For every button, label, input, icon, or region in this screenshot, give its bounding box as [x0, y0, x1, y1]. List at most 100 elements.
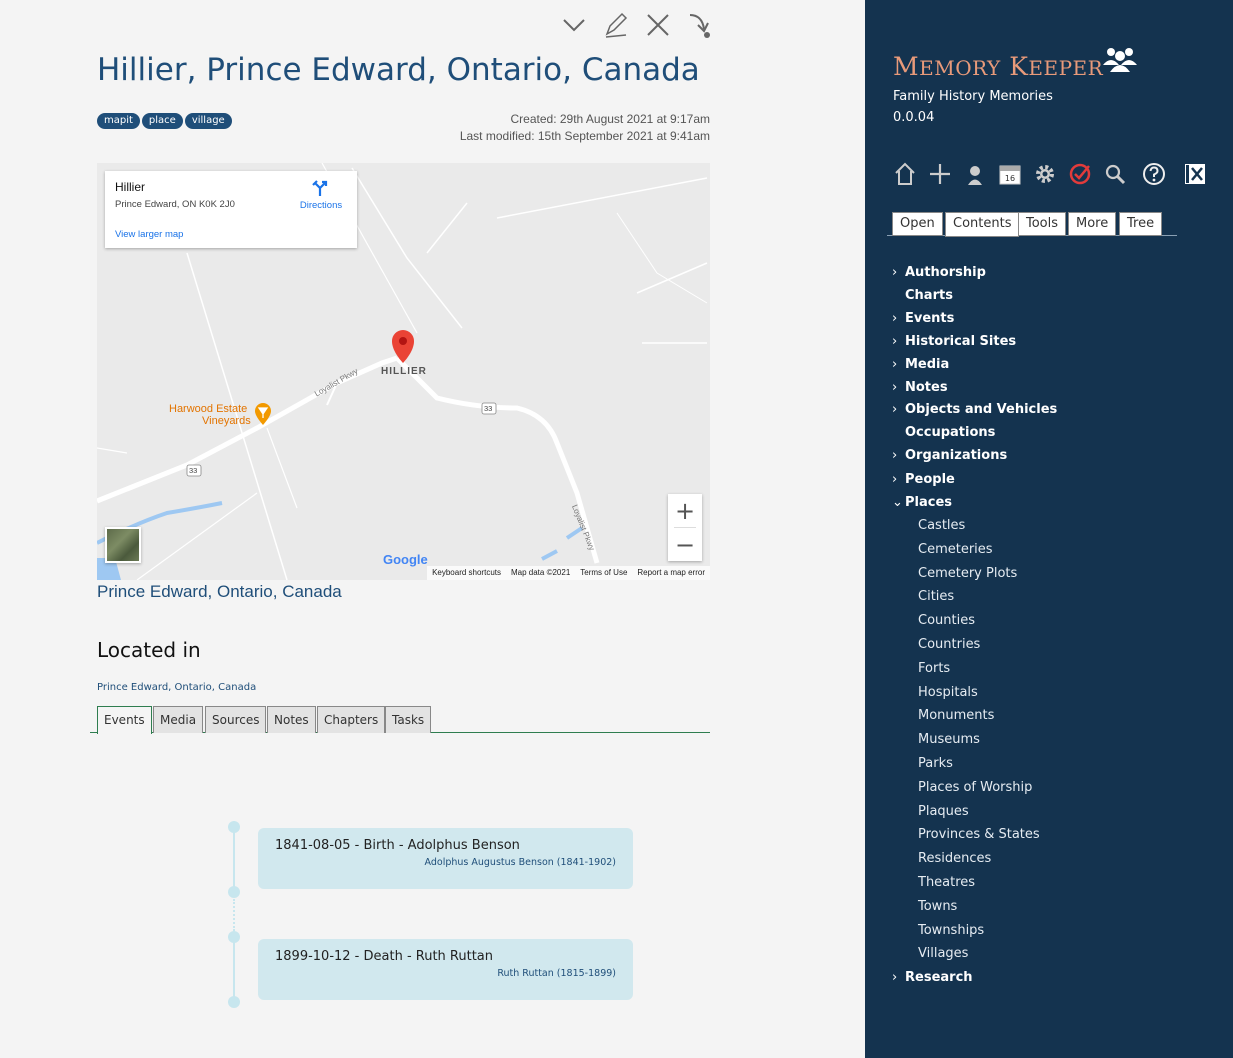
- check-circle-icon[interactable]: [1066, 160, 1093, 187]
- event-person-link[interactable]: Ruth Ruttan (1815-1899): [497, 968, 616, 979]
- close-icon[interactable]: [644, 10, 672, 40]
- event-title: 1899-10-12 - Death - Ruth Ruttan: [275, 949, 494, 964]
- nav-item-label: Hospitals: [918, 684, 978, 700]
- nav-item-label: Places of Worship: [918, 779, 1033, 795]
- logout-icon[interactable]: [1181, 160, 1208, 187]
- nav-subitem-museums[interactable]: Museums: [918, 732, 980, 747]
- nav-subitem-forts[interactable]: Forts: [918, 661, 950, 676]
- map-town-label: HILLIER: [381, 366, 427, 377]
- app-title-part: M: [893, 52, 920, 81]
- tab-events[interactable]: Events: [97, 706, 152, 734]
- nav-item-authorship[interactable]: › Authorship: [892, 265, 986, 280]
- timeline-dot: [228, 996, 240, 1008]
- zoom-in-button[interactable]: +: [668, 494, 702, 527]
- nav-item-label: Notes: [905, 380, 948, 395]
- nav-subitem-townships[interactable]: Townships: [918, 923, 984, 938]
- view-larger-map-link[interactable]: View larger map: [115, 229, 183, 240]
- created-timestamp: Created: 29th August 2021 at 9:17am: [510, 112, 710, 126]
- nav-item-occupations[interactable]: Occupations: [892, 425, 995, 440]
- keyboard-shortcuts-link[interactable]: Keyboard shortcuts: [432, 568, 501, 578]
- nav-item-charts[interactable]: Charts: [892, 288, 953, 303]
- person-icon[interactable]: [961, 160, 988, 187]
- sidebar: MEMORY KEEPER Family History Memories 0.…: [865, 0, 1233, 1058]
- nav-subitem-countries[interactable]: Countries: [918, 637, 980, 652]
- edit-pencil-icon[interactable]: [602, 10, 630, 40]
- people-icon[interactable]: [1101, 45, 1139, 77]
- nav-item-media[interactable]: › Media: [892, 357, 949, 372]
- nav-item-research[interactable]: › Research: [892, 970, 973, 985]
- tag-list: mapit place village: [97, 113, 232, 129]
- record-toolbar: [560, 10, 714, 40]
- nav-item-people[interactable]: › People: [892, 472, 955, 487]
- nav-subitem-residences[interactable]: Residences: [918, 851, 991, 866]
- link-arrow-icon[interactable]: [686, 10, 714, 40]
- embedded-map[interactable]: 33 33 Hillier Prince Edward, ON K0K 2J0 …: [97, 163, 710, 580]
- satellite-toggle[interactable]: [105, 527, 141, 563]
- tab-sources[interactable]: Sources: [205, 706, 267, 733]
- calendar-icon[interactable]: 16: [996, 160, 1023, 187]
- nav-item-label: Counties: [918, 613, 975, 629]
- nav-subitem-villages[interactable]: Villages: [918, 946, 968, 961]
- nav-item-label: Residences: [918, 851, 992, 867]
- nav-subitem-hospitals[interactable]: Hospitals: [918, 685, 978, 700]
- event-person-link[interactable]: Adolphus Augustus Benson (1841-1902): [425, 857, 616, 868]
- directions-icon: [312, 180, 328, 196]
- nav-item-label: Cemeteries: [918, 541, 993, 557]
- nav-subitem-theatres[interactable]: Theatres: [918, 875, 975, 890]
- nav-item-label: Charts: [905, 288, 953, 303]
- nav-item-notes[interactable]: › Notes: [892, 380, 948, 395]
- nav-item-label: Provinces & States: [918, 827, 1040, 843]
- tab-contents[interactable]: Contents: [945, 212, 1020, 237]
- tab-tasks[interactable]: Tasks: [385, 706, 432, 733]
- nav-subitem-provinces-states[interactable]: Provinces & States: [918, 827, 1040, 842]
- nav-item-label: Theatres: [918, 875, 976, 890]
- event-card[interactable]: 1899-10-12 - Death - Ruth Ruttan Ruth Ru…: [258, 939, 633, 1000]
- event-card[interactable]: 1841-08-05 - Birth - Adolphus Benson Ado…: [258, 828, 633, 889]
- nav-subitem-plaques[interactable]: Plaques: [918, 804, 969, 819]
- nav-subitem-places-of-worship[interactable]: Places of Worship: [918, 780, 1032, 795]
- tab-tree[interactable]: Tree: [1119, 212, 1163, 236]
- nav-subitem-cemetery-plots[interactable]: Cemetery Plots: [918, 566, 1017, 581]
- nav-item-objects-and-vehicles[interactable]: › Objects and Vehicles: [892, 402, 1057, 417]
- tab-media[interactable]: Media: [153, 706, 204, 733]
- search-icon[interactable]: [1101, 160, 1128, 187]
- tab-chapters[interactable]: Chapters: [317, 706, 386, 733]
- tag-badge[interactable]: mapit: [97, 113, 140, 129]
- nav-subitem-counties[interactable]: Counties: [918, 613, 975, 628]
- nav-item-label: Organizations: [905, 448, 1008, 463]
- tab-more[interactable]: More: [1068, 212, 1117, 236]
- nav-item-label: Research: [905, 970, 973, 985]
- chevron-down-icon[interactable]: [560, 10, 588, 40]
- nav-subitem-castles[interactable]: Castles: [918, 518, 965, 533]
- map-poi-label: Vineyards: [202, 415, 251, 427]
- nav-item-label: Events: [905, 311, 955, 326]
- directions-button[interactable]: Directions: [293, 179, 349, 211]
- nav-item-places[interactable]: ⌄ Places: [892, 495, 952, 510]
- report-error-link[interactable]: Report a map error: [637, 568, 705, 578]
- help-icon[interactable]: [1140, 160, 1167, 187]
- nav-subitem-cemeteries[interactable]: Cemeteries: [918, 542, 993, 557]
- nav-item-historical-sites[interactable]: › Historical Sites: [892, 334, 1016, 349]
- nav-subitem-parks[interactable]: Parks: [918, 756, 953, 771]
- tab-tools[interactable]: Tools: [1018, 212, 1067, 236]
- located-in-link[interactable]: Prince Edward, Ontario, Canada: [97, 682, 256, 693]
- tab-notes[interactable]: Notes: [267, 706, 316, 733]
- plus-icon[interactable]: [926, 160, 953, 187]
- tab-open[interactable]: Open: [892, 212, 943, 236]
- nav-item-organizations[interactable]: › Organizations: [892, 448, 1007, 463]
- terms-link[interactable]: Terms of Use: [580, 568, 627, 578]
- modified-timestamp: Last modified: 15th September 2021 at 9:…: [459, 129, 710, 143]
- home-icon[interactable]: [891, 160, 918, 187]
- nav-item-events[interactable]: › Events: [892, 311, 954, 326]
- tag-badge[interactable]: place: [141, 113, 183, 129]
- nav-subitem-towns[interactable]: Towns: [918, 899, 957, 914]
- map-zoom-control: + −: [668, 494, 702, 561]
- nav-item-label: Plaques: [918, 803, 969, 819]
- tag-badge[interactable]: village: [184, 113, 232, 129]
- nav-subitem-cities[interactable]: Cities: [918, 589, 954, 604]
- chevron-right-icon: ›: [892, 448, 898, 463]
- map-place-link[interactable]: Prince Edward, Ontario, Canada: [97, 582, 342, 602]
- zoom-out-button[interactable]: −: [668, 528, 702, 561]
- gear-icon[interactable]: [1031, 160, 1058, 187]
- nav-subitem-monuments[interactable]: Monuments: [918, 708, 994, 723]
